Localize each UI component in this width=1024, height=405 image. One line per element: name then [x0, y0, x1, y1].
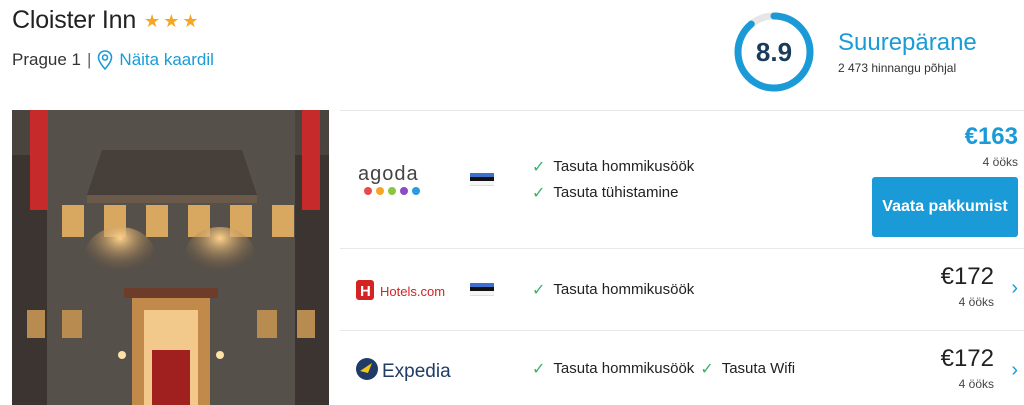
hotel-title: Cloister Inn ★ ★ ★ [12, 6, 198, 35]
hotel-photo[interactable] [12, 110, 329, 405]
offer-row-expedia[interactable]: Expedia ✓ Tasuta hommikusöök ✓ Tasuta Wifi… [340, 330, 1024, 405]
chevron-right-icon[interactable]: › [1011, 277, 1018, 300]
svg-text:Hotels.com: Hotels.com [380, 284, 445, 299]
feature-label: Tasuta tühistamine [553, 184, 679, 201]
offer-row-agoda[interactable]: agoda ✓ Tasuta hommikusöök ✓ Tasuta tühist… [340, 110, 1024, 248]
feature-label: Tasuta hommikusöök [553, 360, 695, 377]
price-block: €172 4 ööks [941, 263, 994, 309]
feature-label: Tasuta hommikusöök [553, 281, 695, 298]
chevron-right-icon[interactable]: › [1011, 359, 1018, 382]
check-icon: ✓ [700, 360, 714, 378]
location-row: Prague 1 | Näita kaardil [12, 50, 214, 70]
rating-count: 2 473 hinnangu põhjal [838, 61, 957, 75]
offer-price: €163 [964, 123, 1018, 150]
separator: | [87, 50, 92, 69]
svg-text:agoda: agoda [358, 163, 419, 185]
star-icon: ★ [163, 10, 180, 31]
offer-features: ✓ Tasuta hommikusöök [532, 280, 700, 300]
rating-gauge: 8.9 [732, 10, 816, 94]
offer-nights: 4 ööks [958, 377, 994, 391]
hotel-name: Cloister Inn [12, 6, 137, 34]
svg-text:Expedia: Expedia [382, 361, 451, 382]
svg-text:H: H [360, 283, 371, 300]
view-deal-button[interactable]: Vaata pakkumist [872, 177, 1018, 237]
rating-label: Suurepärane [838, 29, 977, 56]
map-pin-icon [98, 50, 113, 70]
feature-label: Tasuta hommikusöök [553, 158, 695, 175]
hotels-com-logo: H Hotels.com [350, 270, 460, 310]
expedia-logo: Expedia [350, 349, 460, 389]
offers-list: agoda ✓ Tasuta hommikusöök ✓ Tasuta tühist… [340, 110, 1024, 405]
estonia-flag-icon [470, 282, 494, 297]
check-icon: ✓ [532, 158, 546, 176]
rating-score: 8.9 [755, 36, 793, 67]
offer-features: ✓ Tasuta hommikusöök ✓ Tasuta tühistamine [532, 157, 700, 203]
check-icon: ✓ [532, 184, 546, 202]
offer-price: €172 [940, 263, 994, 290]
price-block: €163 4 ööks Vaata pakkumist [872, 123, 1018, 237]
check-icon: ✓ [532, 360, 546, 378]
check-icon: ✓ [532, 281, 546, 299]
offer-features: ✓ Tasuta hommikusöök ✓ Tasuta Wifi [532, 359, 801, 379]
estonia-flag-icon [470, 172, 494, 187]
rating-block[interactable]: 8.9 Suurepärane 2 473 hinnangu põhjal [732, 10, 977, 94]
star-icon: ★ [144, 10, 161, 31]
feature-label: Tasuta Wifi [721, 360, 796, 377]
offer-nights: 4 ööks [982, 155, 1018, 169]
star-icon: ★ [182, 10, 199, 31]
show-on-map-link[interactable]: Näita kaardil [97, 50, 214, 70]
star-rating: ★ ★ ★ [144, 12, 198, 30]
location-text: Prague 1 [12, 50, 81, 69]
agoda-logo: agoda [350, 160, 460, 200]
offer-nights: 4 ööks [958, 295, 994, 309]
offer-row-hotels-com[interactable]: H Hotels.com ✓ Tasuta hommikusöök €172 4 … [340, 248, 1024, 330]
show-on-map-label: Näita kaardil [119, 50, 214, 69]
offer-price: €172 [940, 345, 994, 372]
price-block: €172 4 ööks [941, 345, 994, 391]
